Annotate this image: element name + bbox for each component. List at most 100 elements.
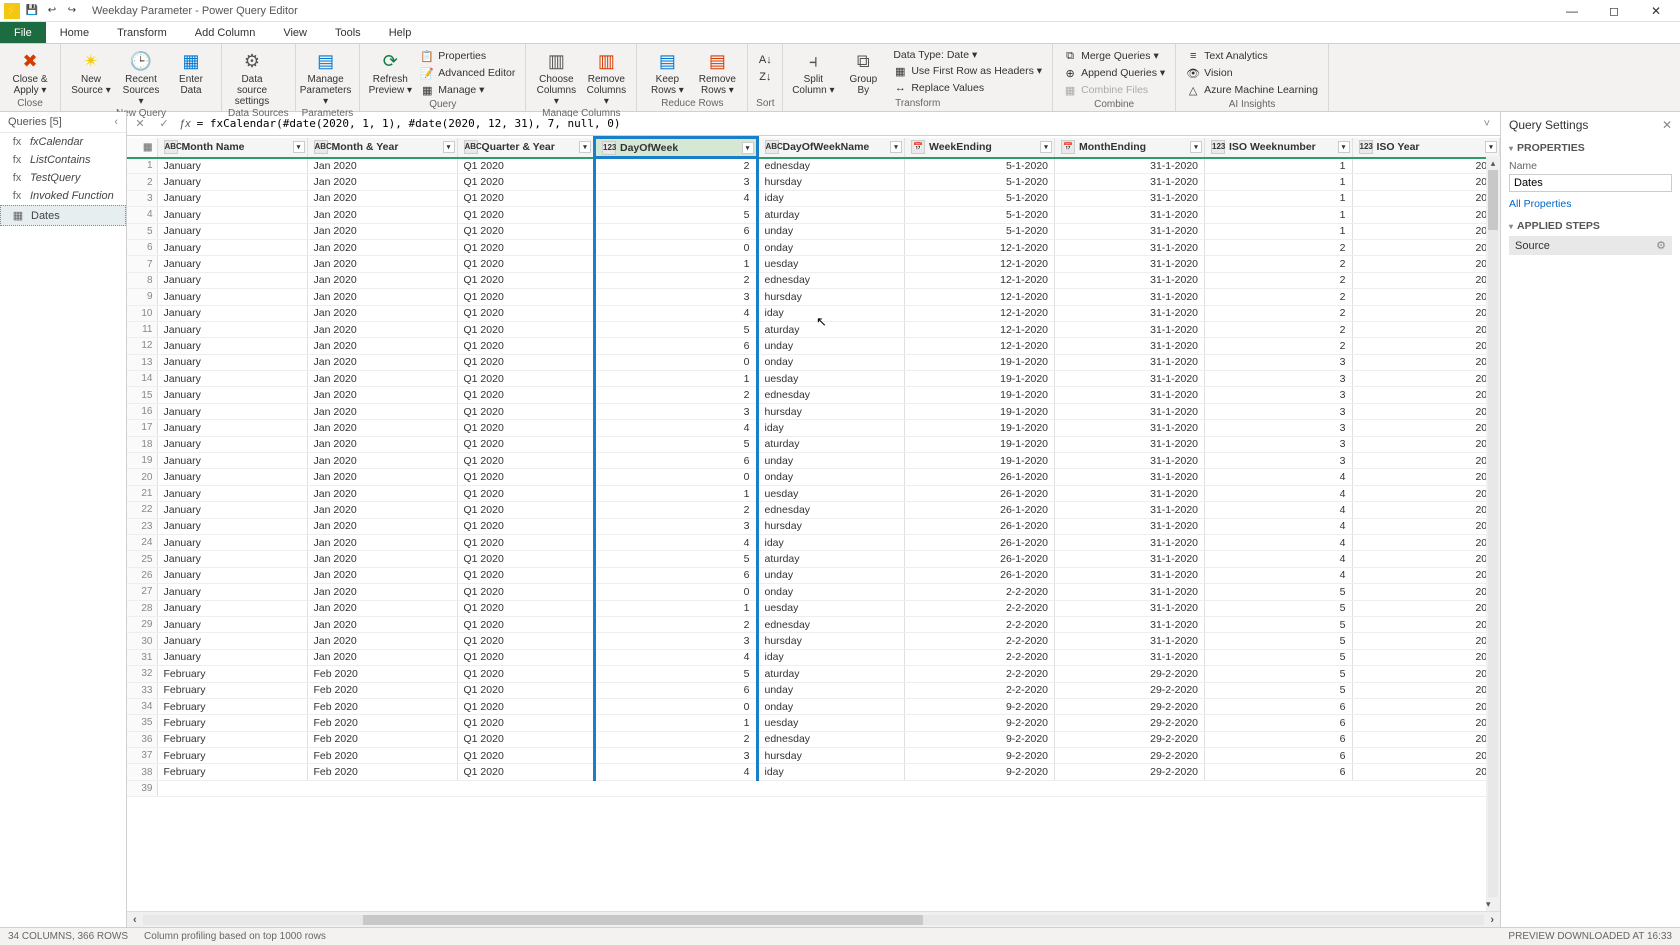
cell[interactable]: February	[157, 764, 307, 780]
vision-button[interactable]: 👁Vision	[1182, 65, 1322, 81]
table-row[interactable]: 20JanuaryJan 2020Q1 20200onday26-1-20203…	[127, 469, 1500, 485]
cell[interactable]: January	[157, 305, 307, 321]
tab-add-column[interactable]: Add Column	[181, 22, 270, 43]
cell[interactable]: 9-2-2020	[905, 731, 1055, 747]
cell[interactable]: 29-2-2020	[1055, 682, 1205, 698]
cell[interactable]: hursday	[757, 289, 905, 305]
query-item-listcontains[interactable]: fxListContains	[0, 151, 126, 169]
row-number[interactable]: 32	[127, 666, 157, 682]
cell[interactable]: 2-2-2020	[905, 600, 1055, 616]
cell[interactable]: iday	[757, 534, 905, 550]
cell[interactable]: 2	[1205, 338, 1353, 354]
row-number[interactable]: 16	[127, 403, 157, 419]
cell[interactable]: Jan 2020	[307, 420, 457, 436]
cell[interactable]: 4	[1205, 485, 1353, 501]
cell[interactable]: 31-1-2020	[1055, 469, 1205, 485]
cell[interactable]: Q1 2020	[457, 748, 595, 764]
tab-home[interactable]: Home	[46, 22, 103, 43]
cell[interactable]: 202	[1352, 453, 1500, 469]
tab-tools[interactable]: Tools	[321, 22, 375, 43]
cell[interactable]: 1	[595, 485, 758, 501]
cell[interactable]: 26-1-2020	[905, 567, 1055, 583]
row-number[interactable]: 24	[127, 534, 157, 550]
cell[interactable]: 202	[1352, 174, 1500, 190]
cell[interactable]: 202	[1352, 616, 1500, 632]
cell[interactable]: January	[157, 469, 307, 485]
cell[interactable]: 31-1-2020	[1055, 256, 1205, 272]
cell[interactable]: 6	[595, 453, 758, 469]
cell[interactable]: 26-1-2020	[905, 551, 1055, 567]
table-row[interactable]: 4JanuaryJan 2020Q1 20205aturday5-1-20203…	[127, 207, 1500, 223]
cell[interactable]: onday	[757, 354, 905, 370]
type-icon[interactable]: ABC	[765, 140, 779, 154]
cell[interactable]: 202	[1352, 387, 1500, 403]
row-number[interactable]: 8	[127, 272, 157, 288]
cell[interactable]: 12-1-2020	[905, 338, 1055, 354]
cell[interactable]: Jan 2020	[307, 272, 457, 288]
cell[interactable]: uesday	[757, 600, 905, 616]
cell[interactable]: 202	[1352, 764, 1500, 780]
cell[interactable]: 31-1-2020	[1055, 403, 1205, 419]
cell[interactable]: ednesday	[757, 502, 905, 518]
cell[interactable]: 202	[1352, 338, 1500, 354]
tab-file[interactable]: File	[0, 22, 46, 43]
split-column-button[interactable]: ⫞SplitColumn ▾	[789, 46, 837, 96]
cell[interactable]: 29-2-2020	[1055, 698, 1205, 714]
table-row[interactable]: 2JanuaryJan 2020Q1 20203hursday5-1-20203…	[127, 174, 1500, 190]
properties-section[interactable]: PROPERTIES	[1509, 142, 1672, 154]
cell[interactable]: 19-1-2020	[905, 436, 1055, 452]
type-icon[interactable]: ABC	[464, 140, 478, 154]
cell[interactable]: Q1 2020	[457, 715, 595, 731]
cell[interactable]: 1	[1205, 174, 1353, 190]
table-row[interactable]: 3JanuaryJan 2020Q1 20204iday5-1-202031-1…	[127, 190, 1500, 206]
cell[interactable]: 26-1-2020	[905, 502, 1055, 518]
table-row[interactable]: 29JanuaryJan 2020Q1 20202ednesday2-2-202…	[127, 616, 1500, 632]
cell[interactable]: Q1 2020	[457, 633, 595, 649]
cell[interactable]: January	[157, 518, 307, 534]
cell[interactable]: Q1 2020	[457, 502, 595, 518]
row-number[interactable]: 19	[127, 453, 157, 469]
cell[interactable]: 31-1-2020	[1055, 567, 1205, 583]
cell[interactable]: January	[157, 453, 307, 469]
cell[interactable]: 12-1-2020	[905, 305, 1055, 321]
table-row[interactable]: 10JanuaryJan 2020Q1 20204iday12-1-202031…	[127, 305, 1500, 321]
row-number[interactable]: 20	[127, 469, 157, 485]
cell[interactable]: 202	[1352, 239, 1500, 255]
cell[interactable]: Feb 2020	[307, 764, 457, 780]
cell[interactable]: Jan 2020	[307, 207, 457, 223]
cell[interactable]: Q1 2020	[457, 190, 595, 206]
row-number[interactable]: 5	[127, 223, 157, 239]
cell[interactable]: 31-1-2020	[1055, 436, 1205, 452]
row-number[interactable]: 10	[127, 305, 157, 321]
table-row[interactable]: 34FebruaryFeb 2020Q1 20200onday9-2-20202…	[127, 698, 1500, 714]
cell[interactable]: 5-1-2020	[905, 207, 1055, 223]
filter-dropdown-icon[interactable]: ▾	[1338, 141, 1350, 153]
cell[interactable]: 26-1-2020	[905, 534, 1055, 550]
tab-help[interactable]: Help	[375, 22, 426, 43]
cell[interactable]: Q1 2020	[457, 584, 595, 600]
cell[interactable]: Q1 2020	[457, 534, 595, 550]
cell[interactable]: 3	[595, 403, 758, 419]
cell[interactable]: 2	[1205, 239, 1353, 255]
cell[interactable]: iday	[757, 649, 905, 665]
cell[interactable]: January	[157, 600, 307, 616]
cell[interactable]: hursday	[757, 403, 905, 419]
column-header-month-name[interactable]: ABCMonth Name▾	[157, 138, 307, 158]
row-number[interactable]: 21	[127, 485, 157, 501]
cell[interactable]: hursday	[757, 518, 905, 534]
query-name-input[interactable]	[1509, 174, 1672, 192]
cell[interactable]: Feb 2020	[307, 731, 457, 747]
cell[interactable]: Jan 2020	[307, 289, 457, 305]
cell[interactable]: 9-2-2020	[905, 715, 1055, 731]
row-number[interactable]: 14	[127, 371, 157, 387]
cell[interactable]: 2	[1205, 321, 1353, 337]
cell[interactable]: Q1 2020	[457, 567, 595, 583]
cell[interactable]: January	[157, 371, 307, 387]
cell[interactable]: January	[157, 158, 307, 174]
cell[interactable]: Jan 2020	[307, 371, 457, 387]
cell[interactable]: Q1 2020	[457, 305, 595, 321]
cell[interactable]: 12-1-2020	[905, 239, 1055, 255]
manage-button[interactable]: ▦Manage ▾	[416, 82, 519, 98]
azure-ml-button[interactable]: △Azure Machine Learning	[1182, 82, 1322, 98]
cell[interactable]: 3	[595, 174, 758, 190]
